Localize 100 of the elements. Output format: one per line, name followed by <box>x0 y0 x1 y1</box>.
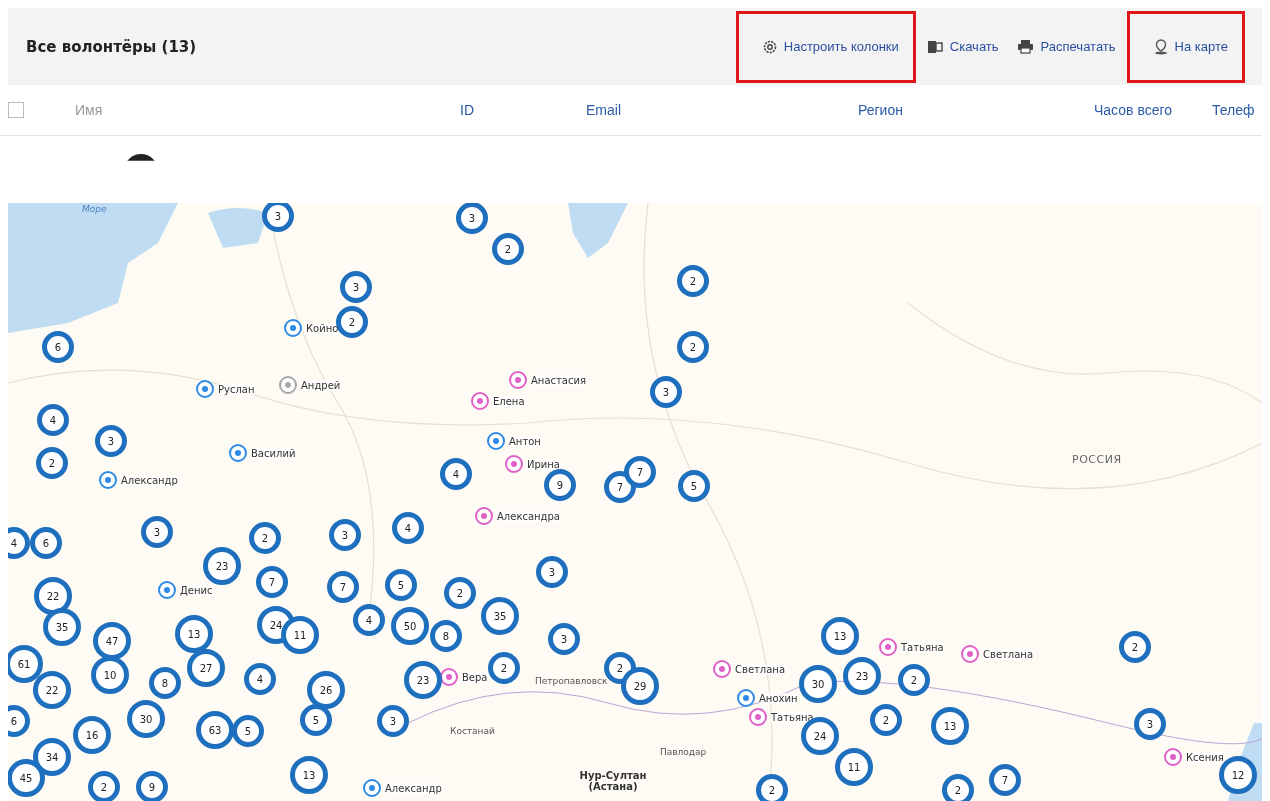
cluster-marker[interactable]: 5 <box>385 569 417 601</box>
volunteer-marker[interactable] <box>284 319 302 337</box>
cluster-marker[interactable]: 3 <box>141 516 173 548</box>
cluster-marker[interactable]: 13 <box>821 617 859 655</box>
cluster-marker[interactable]: 3 <box>536 556 568 588</box>
toolbar-button[interactable]: На карте <box>1126 10 1245 83</box>
volunteer-marker[interactable] <box>363 779 381 797</box>
volunteer-marker[interactable] <box>509 371 527 389</box>
cluster-marker[interactable]: 3 <box>262 203 294 232</box>
toolbar-button[interactable]: Скачать <box>919 26 1006 67</box>
cluster-marker[interactable]: 4 <box>244 663 276 695</box>
cluster-marker[interactable]: 23 <box>203 547 241 585</box>
cluster-marker[interactable]: 2 <box>942 774 974 801</box>
cluster-marker[interactable]: 2 <box>870 704 902 736</box>
volunteer-marker[interactable] <box>196 380 214 398</box>
cluster-marker[interactable]: 50 <box>391 607 429 645</box>
select-all-checkbox[interactable] <box>8 102 24 118</box>
cluster-marker[interactable]: 6 <box>8 705 30 737</box>
cluster-marker[interactable]: 30 <box>127 700 165 738</box>
cluster-marker[interactable]: 4 <box>440 458 472 490</box>
column-sort-link[interactable]: ID <box>460 102 586 118</box>
volunteer-marker[interactable] <box>961 645 979 663</box>
cluster-marker[interactable]: 5 <box>232 715 264 747</box>
volunteer-marker[interactable] <box>279 376 297 394</box>
cluster-marker[interactable]: 8 <box>430 620 462 652</box>
cluster-marker[interactable]: 2 <box>488 652 520 684</box>
cluster-marker[interactable]: 3 <box>650 376 682 408</box>
cluster-marker[interactable]: 29 <box>621 667 659 705</box>
cluster-marker[interactable]: 10 <box>91 656 129 694</box>
cluster-marker[interactable]: 45 <box>8 759 45 797</box>
volunteer-marker[interactable] <box>158 581 176 599</box>
cluster-marker[interactable]: 61 <box>8 645 43 683</box>
volunteer-marker[interactable] <box>879 638 897 656</box>
volunteer-marker[interactable] <box>713 660 731 678</box>
cluster-marker[interactable]: 23 <box>843 657 881 695</box>
cluster-marker[interactable]: 23 <box>404 661 442 699</box>
volunteer-marker[interactable] <box>505 455 523 473</box>
cluster-marker[interactable]: 63 <box>196 711 234 749</box>
cluster-marker[interactable]: 26 <box>307 671 345 709</box>
toolbar-button[interactable]: Распечатать <box>1009 26 1123 67</box>
cluster-marker[interactable]: 3 <box>95 425 127 457</box>
volunteer-marker[interactable] <box>229 444 247 462</box>
cluster-marker[interactable]: 35 <box>481 597 519 635</box>
cluster-marker[interactable]: 3 <box>548 623 580 655</box>
cluster-marker[interactable]: 30 <box>799 665 837 703</box>
volunteer-marker[interactable] <box>749 708 767 726</box>
cluster-marker[interactable]: 4 <box>392 512 424 544</box>
cluster-marker[interactable]: 3 <box>329 519 361 551</box>
cluster-marker[interactable]: 7 <box>989 764 1021 796</box>
volunteer-marker[interactable] <box>1164 748 1182 766</box>
cluster-marker[interactable]: 22 <box>33 671 71 709</box>
cluster-marker[interactable]: 2 <box>898 664 930 696</box>
cluster-marker[interactable]: 13 <box>931 707 969 745</box>
cluster-marker[interactable]: 22 <box>34 577 72 615</box>
cluster-marker[interactable]: 13 <box>175 615 213 653</box>
volunteer-marker[interactable] <box>99 471 117 489</box>
cluster-marker[interactable]: 16 <box>73 716 111 754</box>
cluster-marker[interactable]: 8 <box>149 667 181 699</box>
cluster-marker[interactable]: 2 <box>249 522 281 554</box>
cluster-marker[interactable]: 7 <box>256 566 288 598</box>
volunteer-marker[interactable] <box>737 689 755 707</box>
column-sort-link[interactable]: Телеф <box>1212 102 1270 118</box>
cluster-marker[interactable]: 27 <box>187 649 225 687</box>
cluster-marker[interactable]: 4 <box>37 404 69 436</box>
cluster-marker[interactable]: 3 <box>1134 708 1166 740</box>
cluster-marker[interactable]: 11 <box>835 748 873 786</box>
volunteer-marker[interactable] <box>487 432 505 450</box>
cluster-marker[interactable]: 3 <box>340 271 372 303</box>
cluster-marker[interactable]: 7 <box>327 571 359 603</box>
cluster-marker[interactable]: 13 <box>290 756 328 794</box>
cluster-marker[interactable]: 2 <box>677 331 709 363</box>
cluster-marker[interactable]: 6 <box>42 331 74 363</box>
column-sort-link[interactable]: Регион <box>858 102 1094 118</box>
column-sort-link[interactable]: Часов всего <box>1094 102 1212 118</box>
cluster-marker[interactable]: 5 <box>300 704 332 736</box>
cluster-marker[interactable]: 5 <box>678 470 710 502</box>
cluster-marker[interactable]: 2 <box>756 774 788 801</box>
cluster-marker[interactable]: 3 <box>377 705 409 737</box>
volunteer-marker[interactable] <box>471 392 489 410</box>
cluster-marker[interactable]: 2 <box>444 577 476 609</box>
volunteer-marker[interactable] <box>440 668 458 686</box>
cluster-marker[interactable]: 6 <box>30 527 62 559</box>
cluster-marker[interactable]: 2 <box>1119 631 1151 663</box>
cluster-marker[interactable]: 9 <box>136 771 168 801</box>
cluster-marker[interactable]: 2 <box>492 233 524 265</box>
cluster-marker[interactable]: 35 <box>43 608 81 646</box>
cluster-marker[interactable]: 3 <box>456 203 488 234</box>
cluster-marker[interactable]: 2 <box>677 265 709 297</box>
cluster-marker[interactable]: 4 <box>353 604 385 636</box>
cluster-marker[interactable]: 47 <box>93 622 131 660</box>
cluster-marker[interactable]: 9 <box>544 469 576 501</box>
cluster-marker[interactable]: 2 <box>36 447 68 479</box>
cluster-marker[interactable]: 11 <box>281 616 319 654</box>
toolbar-button[interactable]: Настроить колонки <box>735 10 916 83</box>
volunteer-marker[interactable] <box>475 507 493 525</box>
column-sort-link[interactable]: Email <box>586 102 858 118</box>
cluster-marker[interactable]: 4 <box>8 527 30 559</box>
cluster-marker[interactable]: 34 <box>33 738 71 776</box>
cluster-marker[interactable]: 2 <box>88 771 120 801</box>
cluster-marker[interactable]: 7 <box>624 456 656 488</box>
